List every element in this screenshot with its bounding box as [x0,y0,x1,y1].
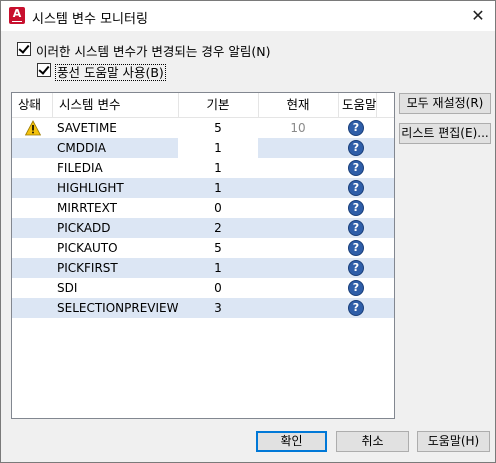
table-row[interactable]: SAVETIME 5 10 ? [12,118,394,138]
help-question-icon[interactable]: ? [348,200,364,216]
balloon-help-checkbox[interactable] [37,63,51,77]
variable-name: SAVETIME [57,121,117,135]
help-question-icon[interactable]: ? [348,120,364,136]
help-question-icon[interactable]: ? [348,160,364,176]
notify-checkbox[interactable] [17,42,31,56]
reset-all-button[interactable]: 모두 재설정(R) [399,93,491,114]
close-button[interactable]: ✕ [461,1,495,31]
help-question-icon[interactable]: ? [348,240,364,256]
column-status[interactable]: ▲ 상태 [18,93,52,117]
title-bar: A 시스템 변수 모니터링 ✕ [1,1,495,31]
default-value: 5 [214,121,222,135]
column-help-label: 도움말 [342,97,376,112]
table-row[interactable]: CMDDIA 1 ? [12,138,394,158]
column-help[interactable]: 도움말 [342,93,376,117]
sort-arrow-icon: ▲ [29,99,35,107]
help-question-icon[interactable]: ? [348,220,364,236]
list-header: ▲ 상태 시스템 변수 기본 현재 도움말 [12,93,394,118]
default-value: 2 [214,221,222,235]
close-icon: ✕ [471,6,485,25]
variable-name: HIGHLIGHT [57,181,124,195]
table-row[interactable]: FILEDIA 1 ? [12,158,394,178]
app-icon-letter: A [12,7,22,20]
column-current[interactable]: 현재 [258,93,338,117]
ok-button[interactable]: 확인 [256,431,327,452]
table-row[interactable]: MIRRTEXT 0 ? [12,198,394,218]
column-variable[interactable]: 시스템 변수 [59,93,169,117]
default-value: 0 [214,281,222,295]
edit-list-button[interactable]: 리스트 편집(E)... [399,123,491,144]
variable-name: PICKADD [57,221,111,235]
default-value: 1 [214,181,222,195]
balloon-help-label-text: 풍선 도움말 사용(B) [55,64,166,81]
variable-name: PICKAUTO [57,241,118,255]
help-question-icon[interactable]: ? [348,260,364,276]
help-question-icon[interactable]: ? [348,300,364,316]
default-value: 3 [214,301,222,315]
help-question-icon[interactable]: ? [348,180,364,196]
window-title: 시스템 변수 모니터링 [32,12,148,27]
help-button[interactable]: 도움말(H) [417,431,490,452]
balloon-help-checkbox-label[interactable]: 풍선 도움말 사용(B) [55,62,166,81]
default-value: 1 [214,141,222,155]
autocad-logo-icon: A [9,7,25,24]
column-variable-label: 시스템 변수 [59,97,121,112]
table-row[interactable]: PICKAUTO 5 ? [12,238,394,258]
default-value: 5 [214,241,222,255]
variable-name: CMDDIA [57,141,106,155]
variable-name: SDI [57,281,78,295]
default-value: 0 [214,201,222,215]
current-value: 10 [290,121,306,135]
variable-name: MIRRTEXT [57,201,117,215]
default-value: 1 [214,161,222,175]
warning-triangle-icon [25,120,41,136]
notify-checkbox-label[interactable]: 이러한 시스템 변수가 변경되는 경우 알림(N) [36,41,270,60]
variable-name: SELECTIONPREVIEW [57,301,179,315]
system-variable-monitor-dialog: A 시스템 변수 모니터링 ✕ 이러한 시스템 변수가 변경되는 경우 알림(N… [0,0,496,463]
table-row[interactable]: SELECTIONPREVIEW 3 ? [12,298,394,318]
variable-name: PICKFIRST [57,261,118,275]
help-question-icon[interactable]: ? [348,280,364,296]
cancel-button[interactable]: 취소 [336,431,409,452]
table-row[interactable]: SDI 0 ? [12,278,394,298]
column-current-label: 현재 [286,97,310,112]
variable-name: FILEDIA [57,161,103,175]
variable-list[interactable]: ▲ 상태 시스템 변수 기본 현재 도움말 SAVETIME 5 10 ? CM… [11,92,395,419]
help-question-icon[interactable]: ? [348,140,364,156]
table-row[interactable]: PICKFIRST 1 ? [12,258,394,278]
column-default[interactable]: 기본 [178,93,258,117]
column-default-label: 기본 [206,97,230,112]
table-row[interactable]: HIGHLIGHT 1 ? [12,178,394,198]
default-value: 1 [214,261,222,275]
table-row[interactable]: PICKADD 2 ? [12,218,394,238]
